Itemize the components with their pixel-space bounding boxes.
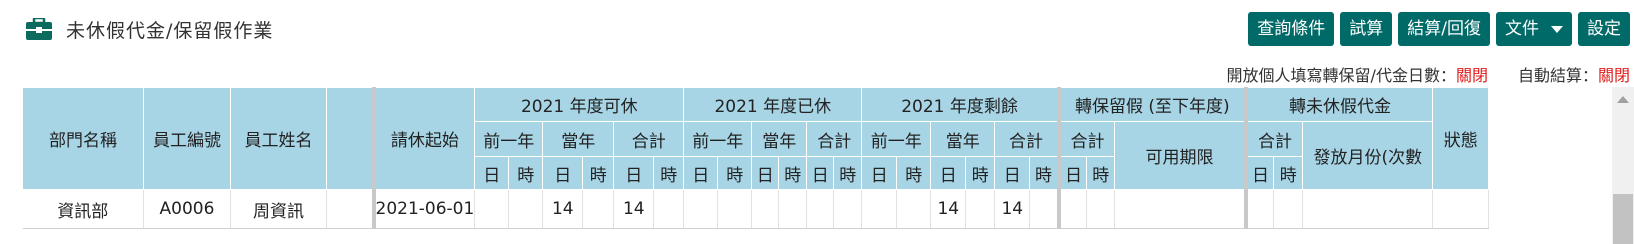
remain-tot-hour: 時: [1029, 156, 1061, 190]
frozen-divider: [326, 87, 376, 190]
col-pay-month[interactable]: 發放月份(次數: [1302, 121, 1434, 190]
cell-used-prev-hour: [717, 189, 753, 229]
cash-total: 合計: [1245, 121, 1304, 157]
cell-transfer-tot-hour: [1086, 189, 1116, 229]
col-emp-no[interactable]: 員工編號: [143, 87, 231, 190]
cell-status: [1432, 189, 1490, 229]
avail-total: 合計: [613, 121, 685, 157]
cell-used-tot-hour: [833, 189, 863, 229]
used-this-year: 當年: [751, 121, 808, 157]
avail-tot-day: 日: [613, 156, 655, 190]
remain-prev-year: 前一年: [861, 121, 932, 157]
group-transfer: 轉保留假 (至下年度): [1058, 87, 1248, 122]
cell-avail-prev-day: [474, 189, 510, 229]
cash-tot-hour: 時: [1273, 156, 1304, 190]
page-header: 未休假代金/保留假作業: [26, 14, 273, 44]
leave-grid: 部門名稱 員工編號 員工姓名 請休起始 2021 年度可休 2021 年度已休 …: [22, 87, 1634, 244]
col-valid-period[interactable]: 可用期限: [1114, 121, 1248, 190]
cell-transfer-tot-day: [1058, 189, 1088, 229]
cell-used-cur-hour: [778, 189, 808, 229]
remain-tot-day: 日: [994, 156, 1031, 190]
avail-tot-hour: 時: [653, 156, 685, 190]
col-emp-name[interactable]: 員工姓名: [230, 87, 327, 190]
used-cur-day: 日: [751, 156, 780, 190]
cell-used-prev-day: [683, 189, 719, 229]
cell-emp-no: A0006: [143, 189, 231, 229]
cell-start-date: 2021-06-01: [373, 189, 476, 229]
remain-cur-day: 日: [930, 156, 967, 190]
vertical-scrollbar[interactable]: [1612, 87, 1634, 244]
used-prev-hour: 時: [717, 156, 753, 190]
scroll-up-icon[interactable]: [1617, 96, 1629, 103]
open-fill-label: 開放個人填寫轉保留/代金日數：: [1226, 66, 1456, 85]
query-conditions-button[interactable]: 查詢條件: [1248, 12, 1335, 46]
page-title: 未休假代金/保留假作業: [66, 19, 274, 42]
transfer-tot-day: 日: [1058, 156, 1088, 190]
open-fill-value[interactable]: 關閉: [1456, 66, 1488, 85]
cell-remain-cur-hour: [965, 189, 996, 229]
avail-cur-day: 日: [542, 156, 584, 190]
cell-avail-tot-hour: [653, 189, 685, 229]
cell-remain-tot-hour: [1029, 189, 1061, 229]
avail-prev-hour: 時: [508, 156, 544, 190]
trial-calc-button[interactable]: 試算: [1340, 12, 1393, 46]
file-button-label: 文件: [1505, 19, 1539, 39]
cell-dept: 資訊部: [22, 189, 144, 229]
col-status[interactable]: 狀態: [1432, 87, 1490, 190]
auto-settle-label: 自動結算：: [1517, 66, 1598, 85]
used-tot-hour: 時: [833, 156, 863, 190]
transfer-total: 合計: [1058, 121, 1116, 157]
transfer-tot-hour: 時: [1086, 156, 1116, 190]
frozen-divider-cell: [326, 189, 376, 229]
file-dropdown-button[interactable]: 文件: [1496, 12, 1572, 46]
cell-remain-prev-day: [861, 189, 898, 229]
remain-this-year: 當年: [930, 121, 996, 157]
cell-remain-cur-day: 14: [930, 189, 967, 229]
group-available: 2021 年度可休: [474, 87, 685, 122]
cell-cash-tot-hour: [1273, 189, 1304, 229]
table-row[interactable]: 資訊部 A0006 周資訊 2021-06-01 14 14 14 14: [22, 189, 1490, 229]
toolbar: 查詢條件 試算 結算/回復 文件 設定: [1248, 12, 1630, 46]
used-prev-day: 日: [683, 156, 719, 190]
col-dept-name[interactable]: 部門名稱: [22, 87, 144, 190]
group-cash: 轉未休假代金: [1245, 87, 1434, 122]
cell-emp-name: 周資訊: [230, 189, 327, 229]
used-total: 合計: [806, 121, 863, 157]
remain-cur-hour: 時: [965, 156, 996, 190]
used-cur-hour: 時: [778, 156, 808, 190]
col-start-date[interactable]: 請休起始: [372, 87, 476, 190]
cell-used-cur-day: [751, 189, 780, 229]
avail-prev-day: 日: [474, 156, 510, 190]
cell-remain-tot-day: 14: [994, 189, 1031, 229]
cell-valid-period: [1114, 189, 1248, 229]
leave-table: 部門名稱 員工編號 員工姓名 請休起始 2021 年度可休 2021 年度已休 …: [22, 87, 1490, 229]
cell-pay-month: [1302, 189, 1434, 229]
used-tot-day: 日: [806, 156, 835, 190]
status-bar: 開放個人填寫轉保留/代金日數：關閉 自動結算：關閉: [1227, 62, 1630, 86]
cell-remain-prev-hour: [896, 189, 932, 229]
cell-avail-tot-day: 14: [613, 189, 655, 229]
cell-avail-prev-hour: [508, 189, 544, 229]
scroll-thumb[interactable]: [1613, 194, 1633, 244]
group-used: 2021 年度已休: [683, 87, 863, 122]
avail-cur-hour: 時: [582, 156, 615, 190]
group-remaining: 2021 年度剩餘: [861, 87, 1061, 122]
remain-prev-hour: 時: [896, 156, 932, 190]
auto-settle-value[interactable]: 關閉: [1598, 66, 1630, 85]
cell-avail-cur-hour: [582, 189, 615, 229]
cell-cash-tot-day: [1245, 189, 1275, 229]
avail-prev-year: 前一年: [474, 121, 544, 157]
remain-total: 合計: [994, 121, 1061, 157]
remain-prev-day: 日: [861, 156, 898, 190]
briefcase-icon: [26, 18, 52, 40]
settle-restore-button[interactable]: 結算/回復: [1398, 12, 1490, 46]
settings-button[interactable]: 設定: [1578, 12, 1630, 46]
cell-used-tot-day: [806, 189, 835, 229]
cell-avail-cur-day: 14: [542, 189, 584, 229]
caret-down-icon: [1551, 25, 1563, 33]
used-prev-year: 前一年: [683, 121, 753, 157]
avail-this-year: 當年: [542, 121, 615, 157]
cash-tot-day: 日: [1245, 156, 1275, 190]
